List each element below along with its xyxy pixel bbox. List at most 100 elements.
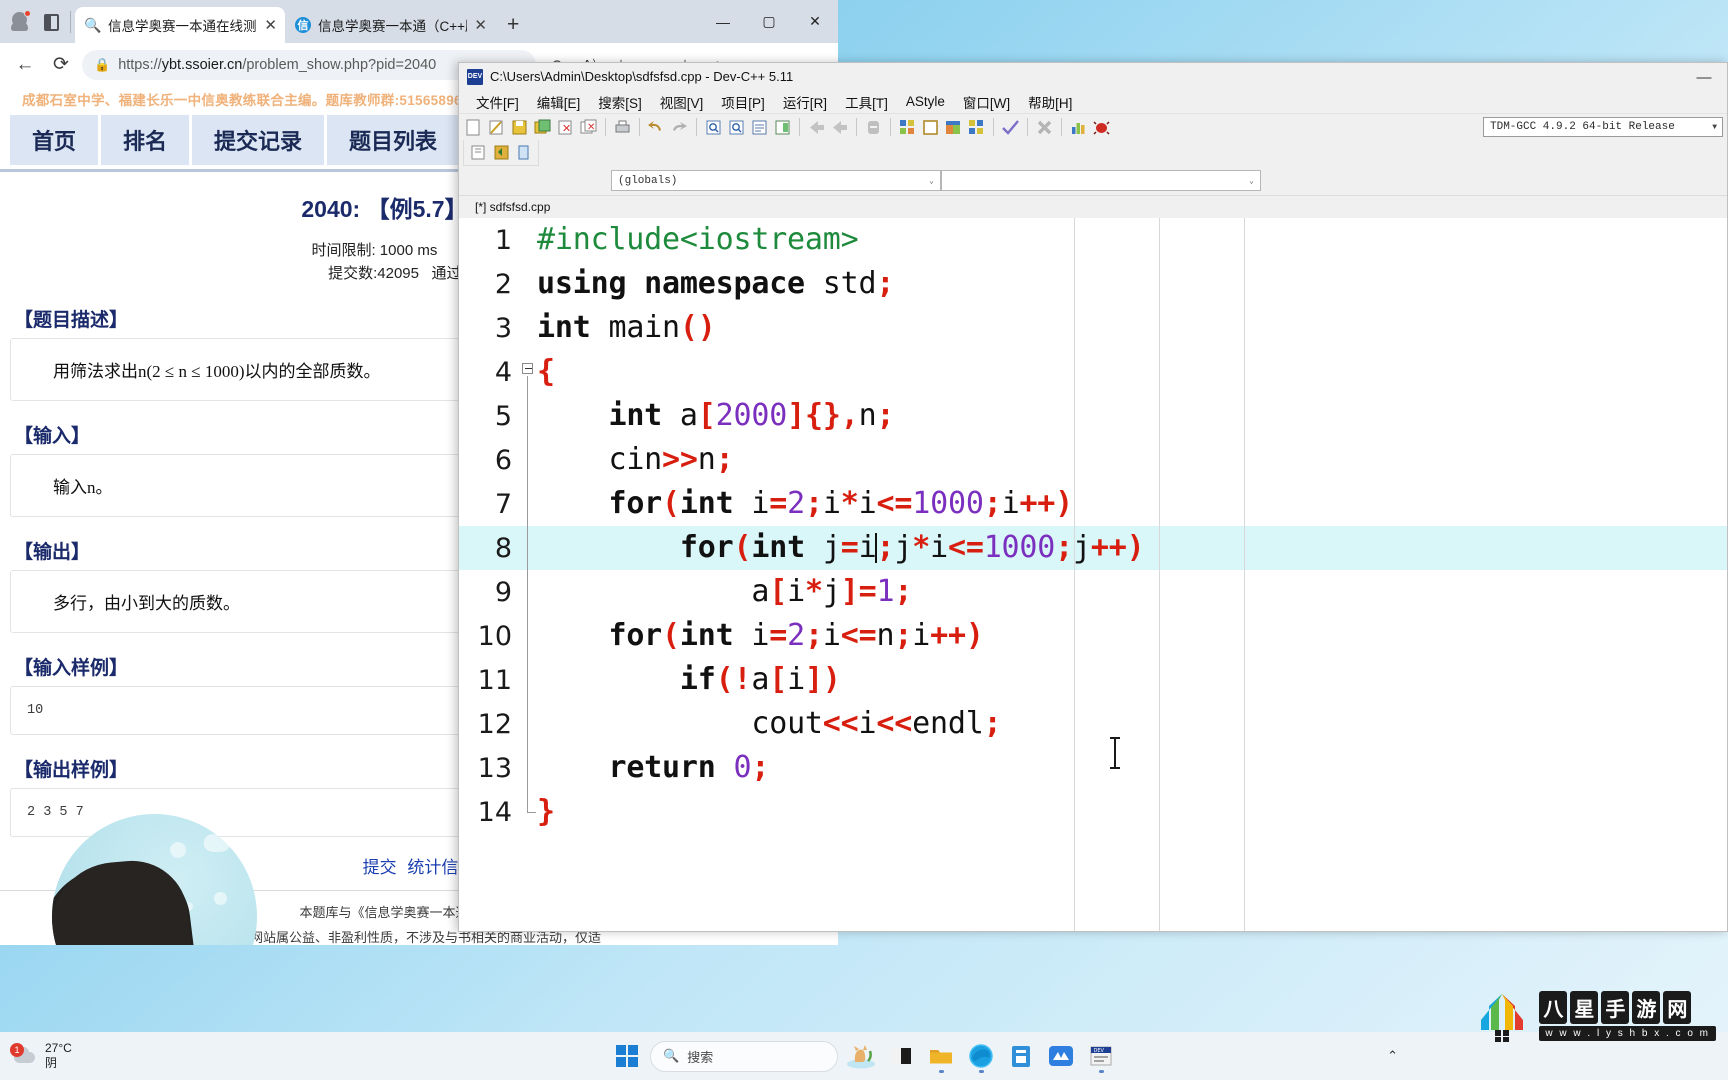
code-line-4[interactable]: 4{	[459, 350, 1727, 400]
fold-gutter[interactable]	[521, 790, 537, 834]
devcpp-minimize-button[interactable]: —	[1687, 67, 1721, 87]
toggle-bookmark-icon[interactable]	[491, 142, 512, 163]
browser-tab-2[interactable]: 信 信息学奥赛一本通（C++版）在 ✕	[285, 7, 495, 43]
menu-tools[interactable]: 工具[T]	[836, 90, 897, 114]
nav-item-problem-list[interactable]: 题目列表	[327, 115, 460, 165]
menu-view[interactable]: 视图[V]	[651, 90, 713, 114]
fold-gutter[interactable]	[521, 350, 537, 400]
submit-link[interactable]: 提交	[363, 858, 397, 877]
maximize-button[interactable]: ▢	[746, 0, 792, 43]
new-file-icon[interactable]	[463, 117, 484, 138]
terminal-icon[interactable]	[884, 1039, 918, 1073]
close-button[interactable]: ✕	[792, 0, 838, 43]
editor-file-tab[interactable]: [*] sdfsfsd.cpp	[459, 196, 1727, 218]
fold-gutter[interactable]	[521, 438, 537, 482]
print-icon[interactable]	[612, 117, 633, 138]
fold-gutter[interactable]	[521, 746, 537, 790]
compile-run-icon[interactable]	[943, 117, 964, 138]
reload-icon[interactable]: ⟳	[46, 50, 76, 80]
file-explorer-icon[interactable]	[924, 1039, 958, 1073]
fold-gutter[interactable]	[521, 614, 537, 658]
code-line-6[interactable]: 6 cin>>n;	[459, 438, 1727, 482]
code-text: }	[537, 794, 555, 829]
close-all-icon[interactable]: ✕	[578, 117, 599, 138]
nav-item-rank[interactable]: 排名	[101, 115, 190, 165]
new-tab-button[interactable]: +	[495, 14, 531, 43]
code-line-9[interactable]: 9 a[i*j]=1;	[459, 570, 1727, 614]
goto-bookmark-icon[interactable]	[513, 142, 534, 163]
member-browser-select[interactable]: ⌄	[941, 170, 1261, 191]
debug-bug-icon[interactable]	[1091, 117, 1112, 138]
system-tray[interactable]: ⌃	[1387, 1048, 1398, 1064]
devcpp-taskbar-icon[interactable]: DEV	[1084, 1039, 1118, 1073]
goto-line-icon[interactable]	[749, 117, 770, 138]
close-tab-1-icon[interactable]: ✕	[264, 18, 277, 33]
rebuild-icon[interactable]	[966, 117, 987, 138]
fold-gutter[interactable]	[521, 306, 537, 350]
code-line-14[interactable]: 14}	[459, 790, 1727, 834]
windows-start-icon[interactable]	[610, 1039, 644, 1073]
edge-browser-icon[interactable]	[964, 1039, 998, 1073]
fold-gutter[interactable]	[521, 394, 537, 438]
menu-run[interactable]: 运行[R]	[774, 90, 836, 114]
menu-edit[interactable]: 编辑[E]	[528, 90, 590, 114]
nav-item-submissions[interactable]: 提交记录	[192, 115, 325, 165]
nav-item-home[interactable]: 首页	[10, 115, 99, 165]
app-blue-icon[interactable]	[1044, 1039, 1078, 1073]
compile-icon[interactable]	[897, 117, 918, 138]
browser-tab-1-title: 信息学奥赛一本通在线测评系统	[108, 19, 257, 34]
code-line-7[interactable]: 7 for(int i=2;i*i<=1000;i++)	[459, 482, 1727, 526]
fold-gutter[interactable]	[521, 526, 537, 570]
browser-tab-1[interactable]: 🔍 信息学奥赛一本通在线测评系统 ✕	[75, 7, 285, 43]
code-line-2[interactable]: 2 using namespace std;	[459, 262, 1727, 306]
code-line-10[interactable]: 10 for(int i=2;i<=n;i++)	[459, 614, 1727, 658]
compiler-select[interactable]: TDM-GCC 4.9.2 64-bit Release ▼	[1483, 117, 1723, 137]
fold-gutter[interactable]	[521, 702, 537, 746]
code-line-1[interactable]: 1 #include<iostream>	[459, 218, 1727, 262]
insert-icon[interactable]	[468, 142, 489, 163]
profile-analysis-icon[interactable]	[1068, 117, 1089, 138]
weather-widget[interactable]: 1 27°C 阴	[0, 1041, 210, 1071]
store-icon[interactable]	[1004, 1039, 1038, 1073]
close-tab-2-icon[interactable]: ✕	[474, 18, 487, 33]
code-line-8[interactable]: 8 for(int j=i;j*i<=1000;j++)	[459, 526, 1727, 570]
cat-widget-icon[interactable]	[844, 1039, 878, 1073]
class-browser-select[interactable]: (globals) ⌄	[611, 170, 941, 191]
menu-project[interactable]: 项目[P]	[712, 90, 774, 114]
run-icon[interactable]	[920, 117, 941, 138]
replace-icon[interactable]	[726, 117, 747, 138]
tray-chevron-icon[interactable]: ⌃	[1387, 1048, 1398, 1064]
code-editor[interactable]: 1 #include<iostream> 2 using namespace std;…	[459, 218, 1727, 931]
code-line-13[interactable]: 13 return 0;	[459, 746, 1727, 790]
find-icon[interactable]	[703, 117, 724, 138]
minimize-button[interactable]: —	[700, 0, 746, 43]
redo-icon[interactable]	[669, 117, 690, 138]
back-icon[interactable]: ←	[10, 50, 40, 80]
menu-help[interactable]: 帮助[H]	[1019, 90, 1081, 114]
code-line-5[interactable]: 5 int a[2000]{},n;	[459, 394, 1727, 438]
menu-window[interactable]: 窗口[W]	[954, 90, 1019, 114]
fold-gutter[interactable]	[521, 482, 537, 526]
menu-astyle[interactable]: AStyle	[897, 92, 954, 111]
open-file-icon[interactable]	[486, 117, 507, 138]
fold-gutter[interactable]	[521, 570, 537, 614]
indent-icon[interactable]	[772, 117, 793, 138]
undo-icon[interactable]	[646, 117, 667, 138]
profile-avatar[interactable]	[0, 0, 36, 43]
save-icon[interactable]	[509, 117, 530, 138]
code-text: using namespace std;	[537, 266, 895, 301]
collections-icon[interactable]	[36, 0, 68, 43]
code-line-3[interactable]: 3 int main()	[459, 306, 1727, 350]
menu-search[interactable]: 搜索[S]	[589, 90, 651, 114]
fold-gutter[interactable]	[521, 262, 537, 306]
menu-file[interactable]: 文件[F]	[467, 90, 528, 114]
search-icon: 🔍	[663, 1048, 680, 1063]
code-line-12[interactable]: 12 cout<<i<<endl;	[459, 702, 1727, 746]
save-all-icon[interactable]	[532, 117, 553, 138]
code-line-11[interactable]: 11 if(!a[i])	[459, 658, 1727, 702]
close-file-icon[interactable]: ✕	[555, 117, 576, 138]
taskbar-search[interactable]: 🔍 搜索	[650, 1040, 838, 1072]
fold-gutter[interactable]	[521, 218, 537, 262]
fold-gutter[interactable]	[521, 658, 537, 702]
syntax-check-icon[interactable]	[1000, 117, 1021, 138]
